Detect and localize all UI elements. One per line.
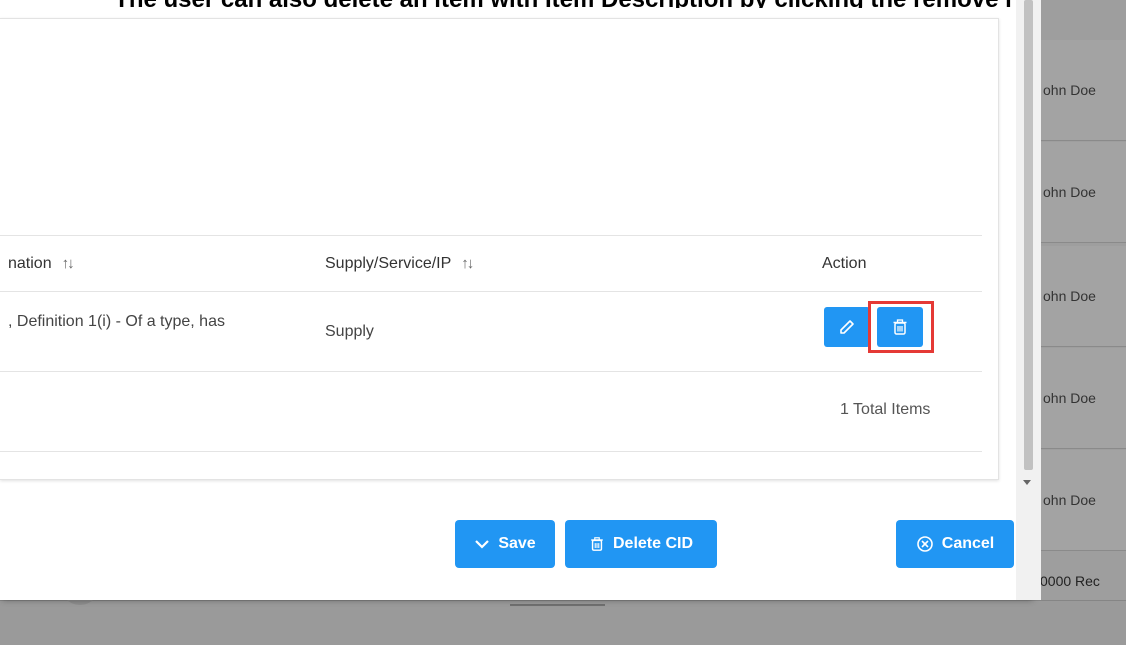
delete-cid-button[interactable]: Delete CID bbox=[565, 520, 717, 568]
save-button-label: Save bbox=[498, 535, 536, 552]
background-row: ohn Doe bbox=[1040, 246, 1126, 347]
background-row-name: ohn Doe bbox=[1043, 184, 1096, 200]
edit-button[interactable] bbox=[824, 307, 870, 347]
cancel-button[interactable]: Cancel bbox=[896, 520, 1014, 568]
column-header-label: Supply/Service/IP bbox=[325, 255, 452, 272]
highlight-box bbox=[868, 301, 934, 353]
column-header-action: Action bbox=[822, 255, 867, 272]
table-footer-border bbox=[0, 451, 982, 452]
sort-arrows-icon[interactable]: ↑↓ bbox=[62, 255, 75, 272]
cell-designation: , Definition 1(i) - Of a type, has bbox=[8, 313, 225, 330]
save-button[interactable]: Save bbox=[455, 520, 555, 568]
circle-x-icon bbox=[916, 536, 933, 552]
background-divider bbox=[510, 604, 605, 606]
background-row-name: ohn Doe bbox=[1043, 390, 1096, 406]
column-header-supply[interactable]: Supply/Service/IP ↑↓ bbox=[325, 255, 474, 273]
background-row-name: ohn Doe bbox=[1043, 492, 1096, 508]
trash-icon bbox=[591, 537, 603, 551]
delete-cid-button-label: Delete CID bbox=[612, 535, 694, 552]
scrollbar-thumb[interactable] bbox=[1024, 0, 1033, 470]
background-row-name: ohn Doe bbox=[1043, 288, 1096, 304]
total-items-label: 1 Total Items bbox=[840, 401, 931, 418]
table-row-bottom-border bbox=[0, 371, 982, 372]
instruction-caption: The user can also delete an item with It… bbox=[0, 0, 1126, 8]
table-header-bottom-border bbox=[0, 291, 982, 292]
cancel-button-label: Cancel bbox=[941, 535, 995, 552]
column-header-designation[interactable]: nation ↑↓ bbox=[8, 255, 75, 273]
background-row: ohn Doe bbox=[1040, 40, 1126, 141]
background-row: ohn Doe bbox=[1040, 450, 1126, 551]
cell-supply: Supply bbox=[325, 323, 374, 340]
column-header-label: nation bbox=[8, 255, 52, 272]
item-table-panel: nation ↑↓ Supply/Service/IP ↑↓ Action , De… bbox=[0, 18, 999, 480]
background-record-count: 0000 Rec bbox=[1040, 573, 1100, 589]
scroll-down-arrow-icon[interactable] bbox=[1023, 480, 1031, 485]
chevron-down-icon bbox=[475, 540, 490, 549]
table-header-top-border bbox=[0, 235, 982, 236]
background-row-name: ohn Doe bbox=[1043, 82, 1096, 98]
pencil-icon bbox=[840, 320, 854, 334]
background-row: ohn Doe bbox=[1040, 348, 1126, 449]
modal-dialog: nation ↑↓ Supply/Service/IP ↑↓ Action , De… bbox=[0, 0, 1041, 600]
background-row: ohn Doe bbox=[1040, 142, 1126, 243]
background-bottom-bar bbox=[0, 600, 1126, 645]
sort-arrows-icon[interactable]: ↑↓ bbox=[461, 255, 474, 272]
modal-scrollbar[interactable] bbox=[1016, 0, 1041, 600]
